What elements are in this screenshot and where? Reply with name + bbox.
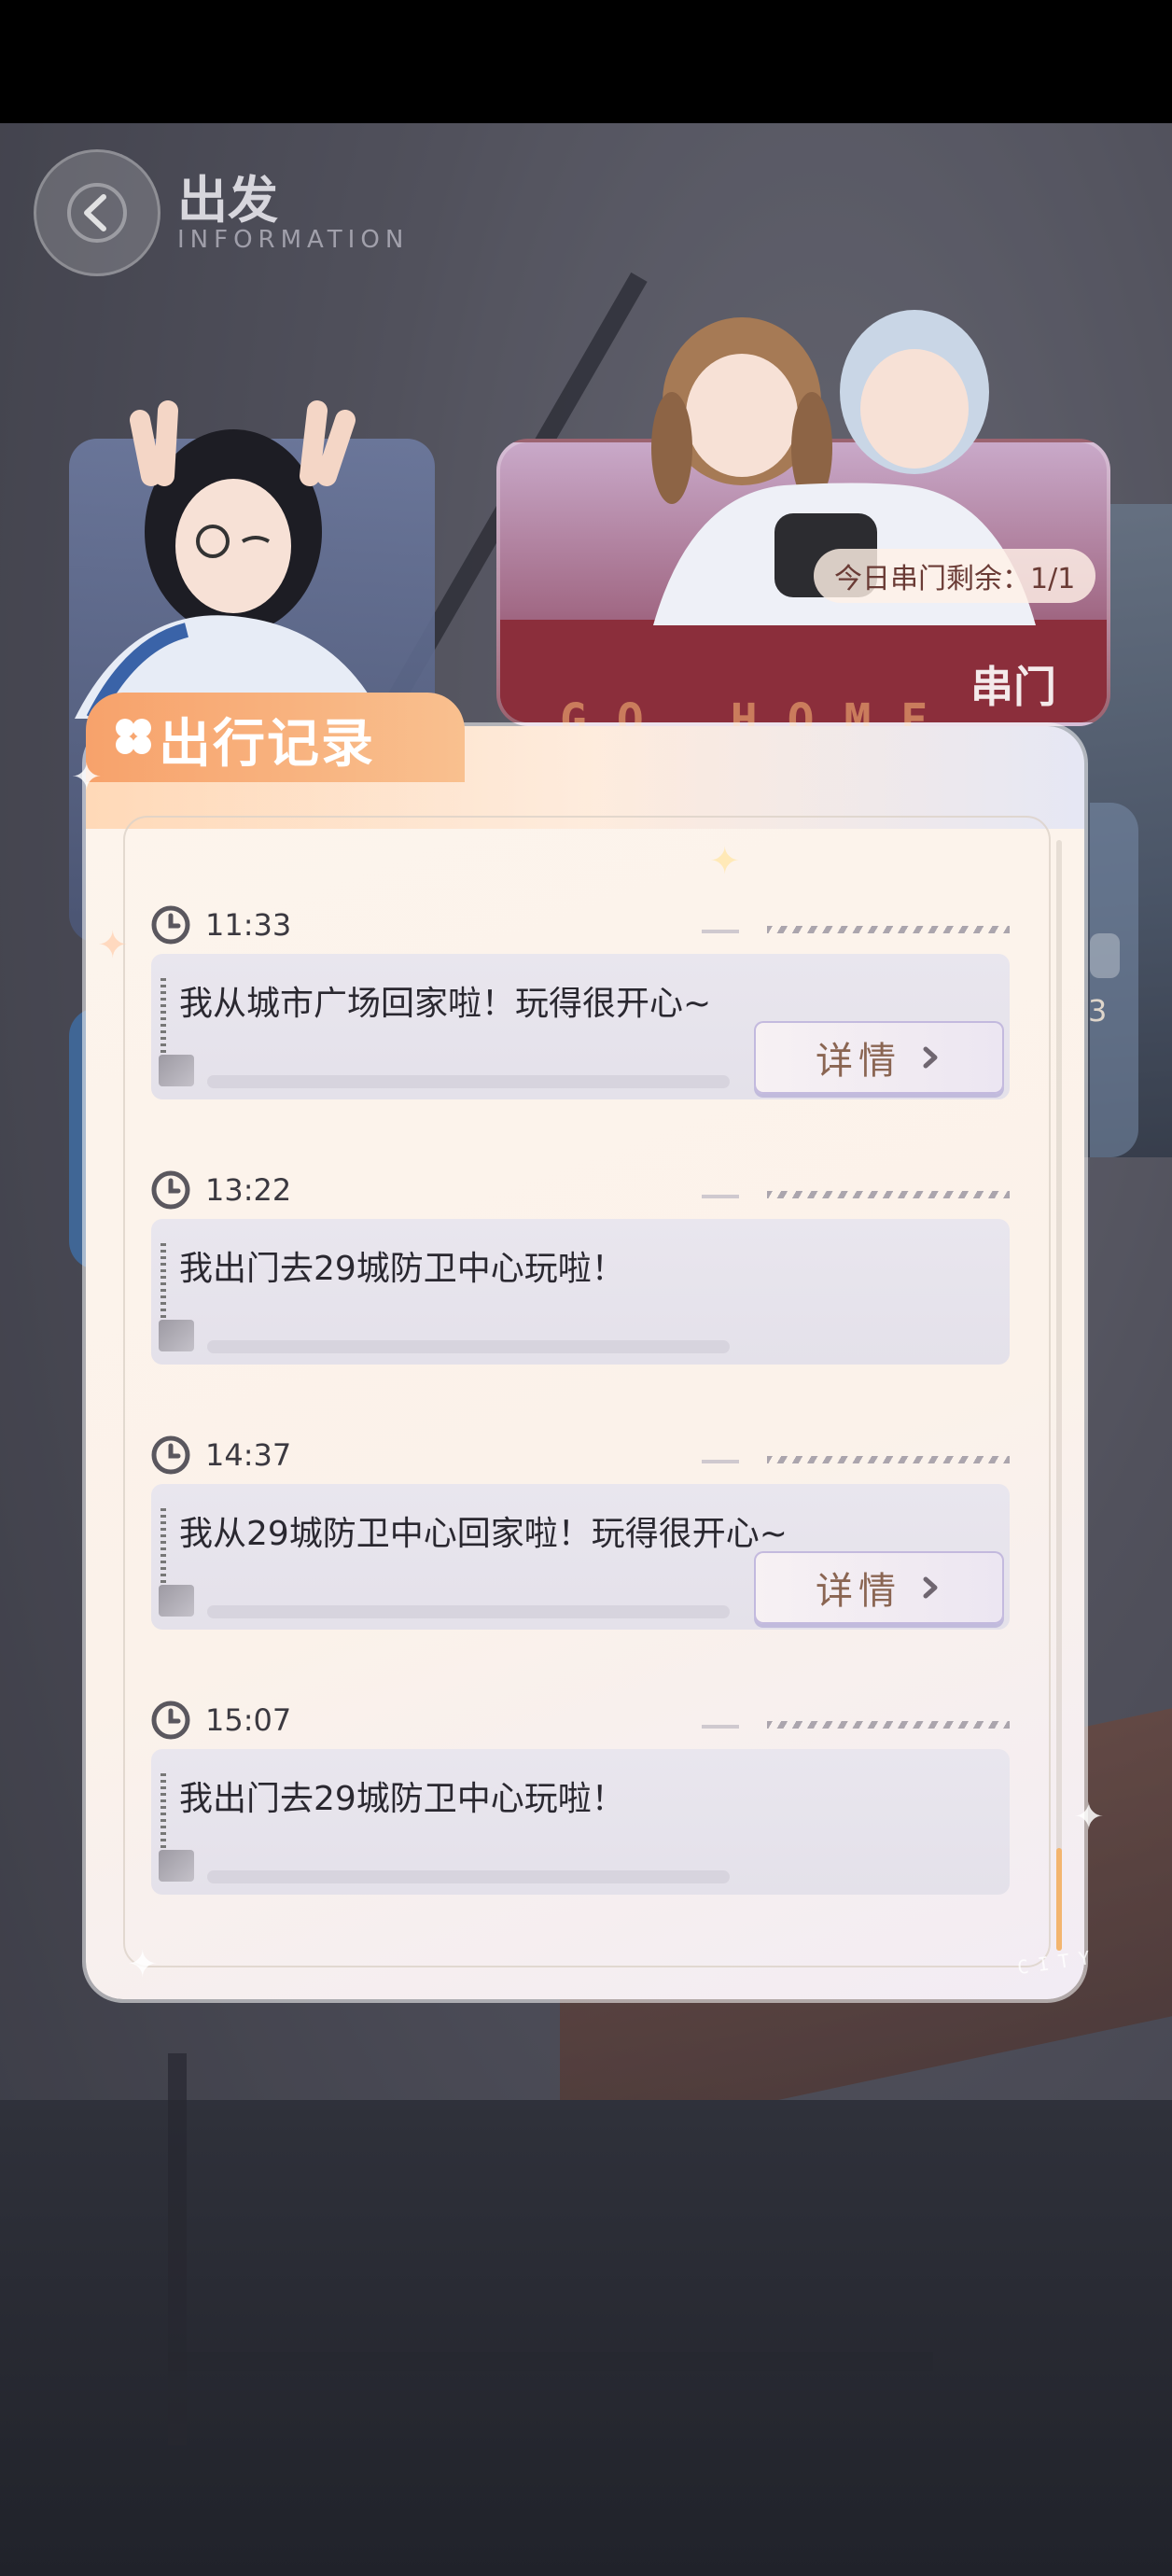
details-button[interactable]: 详情 [754,1021,1004,1094]
divider-stripes [767,926,1010,933]
record-message: 我从城市广场回家啦！玩得很开心~ [179,985,712,1023]
clock-icon [151,1170,190,1210]
visits-remaining-badge: 今日串门剩余：1/1 [814,549,1096,603]
record-underline [207,1605,730,1618]
page-title: 出发 [177,171,278,230]
clock-icon [151,1435,190,1475]
record-underline [207,1870,730,1883]
record-time-row: 11:33 [151,902,1010,948]
record-time: 14:37 [205,1437,292,1473]
clover-icon [116,719,151,754]
record-message-box: 我从29城防卫中心回家啦！玩得很开心~ 详情 [151,1484,1010,1630]
character-avatar-girl [75,400,383,719]
record-message: 我出门去29城防卫中心玩啦！ [179,1250,625,1288]
record-time-row: 15:07 [151,1697,1010,1743]
barcode-decor [160,1773,166,1848]
record-time-row: 14:37 [151,1432,1010,1478]
sparkle-icon: ✦ [1073,1796,1105,1839]
scrollbar-thumb[interactable] [1056,1848,1062,1951]
details-button-label: 详情 [816,1040,901,1083]
side-count: 3 [1088,993,1108,1029]
record-underline [207,1340,730,1353]
divider-dash [702,1460,739,1463]
status-bar [0,0,1172,123]
barcode-decor [160,1243,166,1318]
record-time: 13:22 [205,1172,292,1208]
scrollbar-track[interactable] [1056,840,1062,1951]
barcode-decor [160,1508,166,1583]
record-time: 11:33 [205,907,292,943]
details-button[interactable]: 详情 [754,1551,1004,1624]
chevron-right-icon [923,1576,938,1599]
record-message-box: 我从城市广场回家啦！玩得很开心~ 详情 [151,954,1010,1099]
sparkle-icon: ✦ [709,840,741,883]
record-message: 我出门去29城防卫中心玩啦！ [179,1780,625,1818]
divider-dash [702,1195,739,1198]
details-button-label: 详情 [816,1570,901,1613]
side-card-right[interactable] [1090,803,1138,1157]
clock-icon [151,1701,190,1740]
sparkle-icon: ✦ [71,756,103,799]
barcode-decor [160,978,166,1053]
photo-corner-icon [159,1055,194,1086]
divider-dash [702,930,739,933]
panel-title: 出行记录 [159,714,375,775]
record-message-box: 我出门去29城防卫中心玩啦！ [151,1749,1010,1895]
divider-stripes [767,1191,1010,1198]
record-time: 15:07 [205,1702,292,1738]
chevron-right-icon [923,1046,938,1069]
back-arrow-icon [67,183,127,243]
back-button[interactable] [34,149,160,276]
record-underline [207,1075,730,1088]
photo-corner-icon [159,1320,194,1351]
record-message-box: 我出门去29城防卫中心玩啦！ [151,1219,1010,1365]
sparkle-icon: ✦ [97,924,129,967]
photo-corner-icon [159,1850,194,1882]
record-time-row: 13:22 [151,1167,1010,1213]
visit-label: 串门 [970,662,1056,712]
clock-icon [151,905,190,945]
divider-stripes [767,1456,1010,1463]
photo-corner-icon [159,1585,194,1617]
side-chip [1090,933,1120,978]
sparkle-icon: ✦ [127,1943,159,1986]
page-subtitle: INFORMATION [177,226,410,254]
divider-stripes [767,1721,1010,1729]
game-screen: 出发 INFORMATION 今日串门剩余：1/1 串门 GO HOME 3 出… [0,0,1172,2576]
record-message: 我从29城防卫中心回家啦！玩得很开心~ [179,1515,788,1553]
divider-dash [702,1725,739,1729]
